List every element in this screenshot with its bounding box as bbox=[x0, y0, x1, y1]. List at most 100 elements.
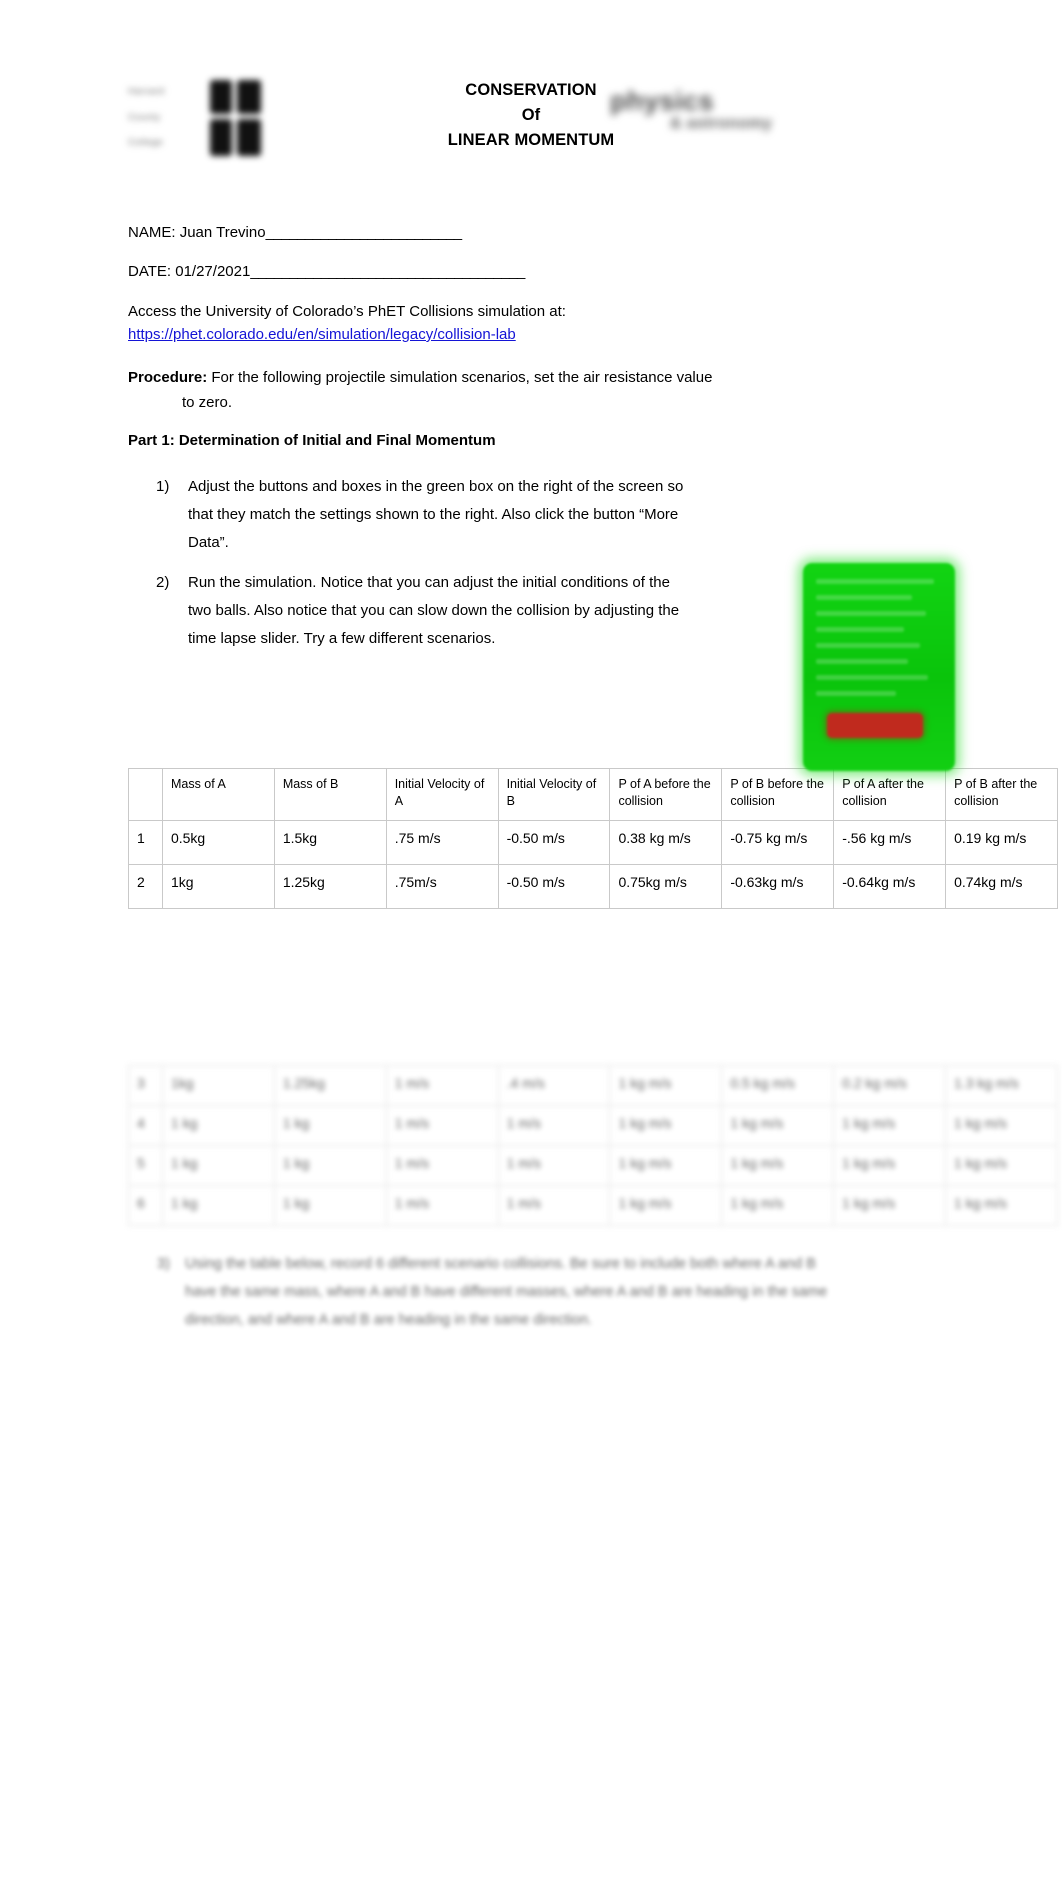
physics-astronomy-logo-sub: & astronomy bbox=[670, 115, 773, 132]
table-cell: 1 m/s bbox=[497, 1185, 611, 1226]
table-row: 6 1 kg 1 kg 1 m/s 1 m/s 1 kg m/s 1 kg m/… bbox=[128, 1185, 1058, 1226]
table-cell: 1 kg m/s bbox=[945, 1145, 1058, 1186]
momentum-data-table: Mass of A Mass of B Initial Velocity of … bbox=[128, 768, 1058, 909]
table-cell: 5 bbox=[128, 1145, 163, 1186]
table-cell: -0.75 kg m/s bbox=[721, 820, 835, 865]
table-cell: 4 bbox=[128, 1105, 163, 1146]
college-logo-mark bbox=[208, 78, 263, 158]
table-cell: 3 bbox=[128, 1065, 163, 1106]
name-label: NAME: bbox=[128, 224, 176, 241]
step-number: 1) bbox=[156, 478, 170, 495]
table-header-cell: P of B after the collision bbox=[945, 768, 1058, 821]
momentum-data-table-continued: 3 1kg 1.25kg 1 m/s .4 m/s 1 kg m/s 0.5 k… bbox=[128, 1065, 1058, 1226]
procedure-text: For the following projectile simulation … bbox=[211, 369, 713, 386]
physics-astronomy-logo: physics & astronomy bbox=[604, 82, 832, 152]
table-cell: .4 m/s bbox=[497, 1065, 611, 1106]
table-row: 4 1 kg 1 kg 1 m/s 1 m/s 1 kg m/s 1 kg m/… bbox=[128, 1105, 1058, 1146]
table-row: 2 1kg 1.25kg .75m/s -0.50 m/s 0.75kg m/s… bbox=[128, 864, 1058, 909]
table-cell: 1 m/s bbox=[385, 1105, 499, 1146]
table-cell: -0.50 m/s bbox=[497, 820, 611, 865]
part1-step-list: 1) Adjust the buttons and boxes in the g… bbox=[128, 473, 918, 653]
physics-astronomy-logo-main: physics bbox=[610, 86, 715, 116]
table-cell: 1 kg m/s bbox=[721, 1145, 835, 1186]
table-cell: 1 m/s bbox=[385, 1065, 499, 1106]
name-value: Juan Trevino bbox=[179, 224, 266, 241]
table-cell: 1 m/s bbox=[497, 1105, 611, 1146]
table-header-cell: P of A before the collision bbox=[609, 768, 723, 821]
date-label: DATE: bbox=[128, 263, 172, 280]
table-cell: 1 kg bbox=[161, 1185, 275, 1226]
table-cell: .75m/s bbox=[385, 864, 499, 909]
date-field-line: DATE: 01/27/2021________________________… bbox=[128, 261, 918, 283]
table-cell: 1 kg m/s bbox=[833, 1185, 947, 1226]
table-header-cell: P of B before the collision bbox=[721, 768, 835, 821]
table-cell: -.56 kg m/s bbox=[833, 820, 947, 865]
table-cell: 1 kg m/s bbox=[609, 1185, 723, 1226]
table-row: 1 0.5kg 1.5kg .75 m/s -0.50 m/s 0.38 kg … bbox=[128, 820, 1058, 865]
college-logo-text: Harvard County College bbox=[128, 86, 206, 148]
document-header: Harvard County College CONSERVATION Of L… bbox=[0, 60, 1062, 175]
closing-instruction: 3) Using the table below, record 6 diffe… bbox=[157, 1250, 835, 1334]
table-cell: 2 bbox=[128, 864, 163, 909]
table-cell: 6 bbox=[128, 1185, 163, 1226]
table-cell: .75 m/s bbox=[385, 820, 499, 865]
table-cell: 1.25kg bbox=[273, 1065, 387, 1106]
table-cell: 1 m/s bbox=[385, 1145, 499, 1186]
step-number: 2) bbox=[156, 574, 170, 591]
table-cell: 0.75kg m/s bbox=[609, 864, 723, 909]
table-cell: 0.5 kg m/s bbox=[721, 1065, 835, 1106]
access-instruction: Access the University of Colorado’s PhET… bbox=[128, 303, 566, 320]
college-logo-line-1: Harvard bbox=[128, 86, 165, 97]
list-item: 1) Adjust the buttons and boxes in the g… bbox=[156, 473, 696, 557]
table-cell: 1 kg m/s bbox=[609, 1145, 723, 1186]
college-logo-line-3: College bbox=[128, 137, 164, 148]
phet-settings-panel[interactable] bbox=[803, 563, 955, 771]
closing-step-number: 3) bbox=[157, 1256, 170, 1272]
table-cell: 1 kg m/s bbox=[833, 1145, 947, 1186]
table-cell: 0.19 kg m/s bbox=[945, 820, 1058, 865]
table-header-cell: Initial Velocity of A bbox=[385, 768, 499, 821]
table-cell: 1 kg m/s bbox=[945, 1105, 1058, 1146]
procedure-paragraph: Procedure: For the following projectile … bbox=[128, 365, 918, 415]
document-page: Harvard County College CONSERVATION Of L… bbox=[0, 0, 1062, 1880]
table-cell: 1.25kg bbox=[273, 864, 387, 909]
table-cell: 1 kg m/s bbox=[609, 1065, 723, 1106]
table-cell: 0.38 kg m/s bbox=[609, 820, 723, 865]
date-value: 01/27/2021 bbox=[175, 263, 251, 280]
table-cell: 1 kg m/s bbox=[609, 1105, 723, 1146]
step-text: Run the simulation. Notice that you can … bbox=[188, 574, 680, 647]
part1-heading: Part 1: Determination of Initial and Fin… bbox=[128, 432, 496, 449]
table-cell: 1.5kg bbox=[273, 820, 387, 865]
table-cell: 1 kg m/s bbox=[945, 1185, 1058, 1226]
name-rule: _________________________ bbox=[265, 224, 463, 241]
table-cell: -0.63kg m/s bbox=[721, 864, 835, 909]
table-cell: 1 m/s bbox=[497, 1145, 611, 1186]
table-row: 3 1kg 1.25kg 1 m/s .4 m/s 1 kg m/s 0.5 k… bbox=[128, 1065, 1058, 1106]
table-cell: 1 bbox=[128, 820, 163, 865]
phet-simulation-link[interactable]: https://phet.colorado.edu/en/simulation/… bbox=[128, 323, 516, 346]
document-body: NAME: Juan Trevino______________________… bbox=[128, 222, 918, 665]
college-logo: Harvard County College bbox=[128, 78, 263, 158]
table-cell: 1 kg m/s bbox=[833, 1105, 947, 1146]
table-cell: 1 kg m/s bbox=[721, 1185, 835, 1226]
table-header-cell: Initial Velocity of B bbox=[497, 768, 611, 821]
table-cell: 1 kg bbox=[161, 1105, 275, 1146]
name-field-line: NAME: Juan Trevino______________________… bbox=[128, 222, 918, 244]
list-item: 2) Run the simulation. Notice that you c… bbox=[156, 569, 696, 653]
table-cell: 1 kg bbox=[273, 1105, 387, 1146]
step-text: Adjust the buttons and boxes in the gree… bbox=[188, 478, 684, 551]
college-logo-line-2: County bbox=[128, 111, 161, 123]
table-header-cell bbox=[128, 768, 163, 821]
table-cell: 0.2 kg m/s bbox=[833, 1065, 947, 1106]
table-row: 5 1 kg 1 kg 1 m/s 1 m/s 1 kg m/s 1 kg m/… bbox=[128, 1145, 1058, 1186]
table-cell: 1 kg bbox=[273, 1185, 387, 1226]
date-rule: ___________________________________ bbox=[250, 263, 525, 280]
table-header-cell: Mass of A bbox=[161, 768, 275, 821]
table-cell: -0.64kg m/s bbox=[833, 864, 947, 909]
more-data-button[interactable] bbox=[827, 713, 923, 738]
table-cell: 1 kg bbox=[161, 1145, 275, 1186]
table-cell: 1 m/s bbox=[385, 1185, 499, 1226]
table-header-cell: P of A after the collision bbox=[833, 768, 947, 821]
table-cell: 1kg bbox=[161, 1065, 275, 1106]
table-cell: 1kg bbox=[161, 864, 275, 909]
